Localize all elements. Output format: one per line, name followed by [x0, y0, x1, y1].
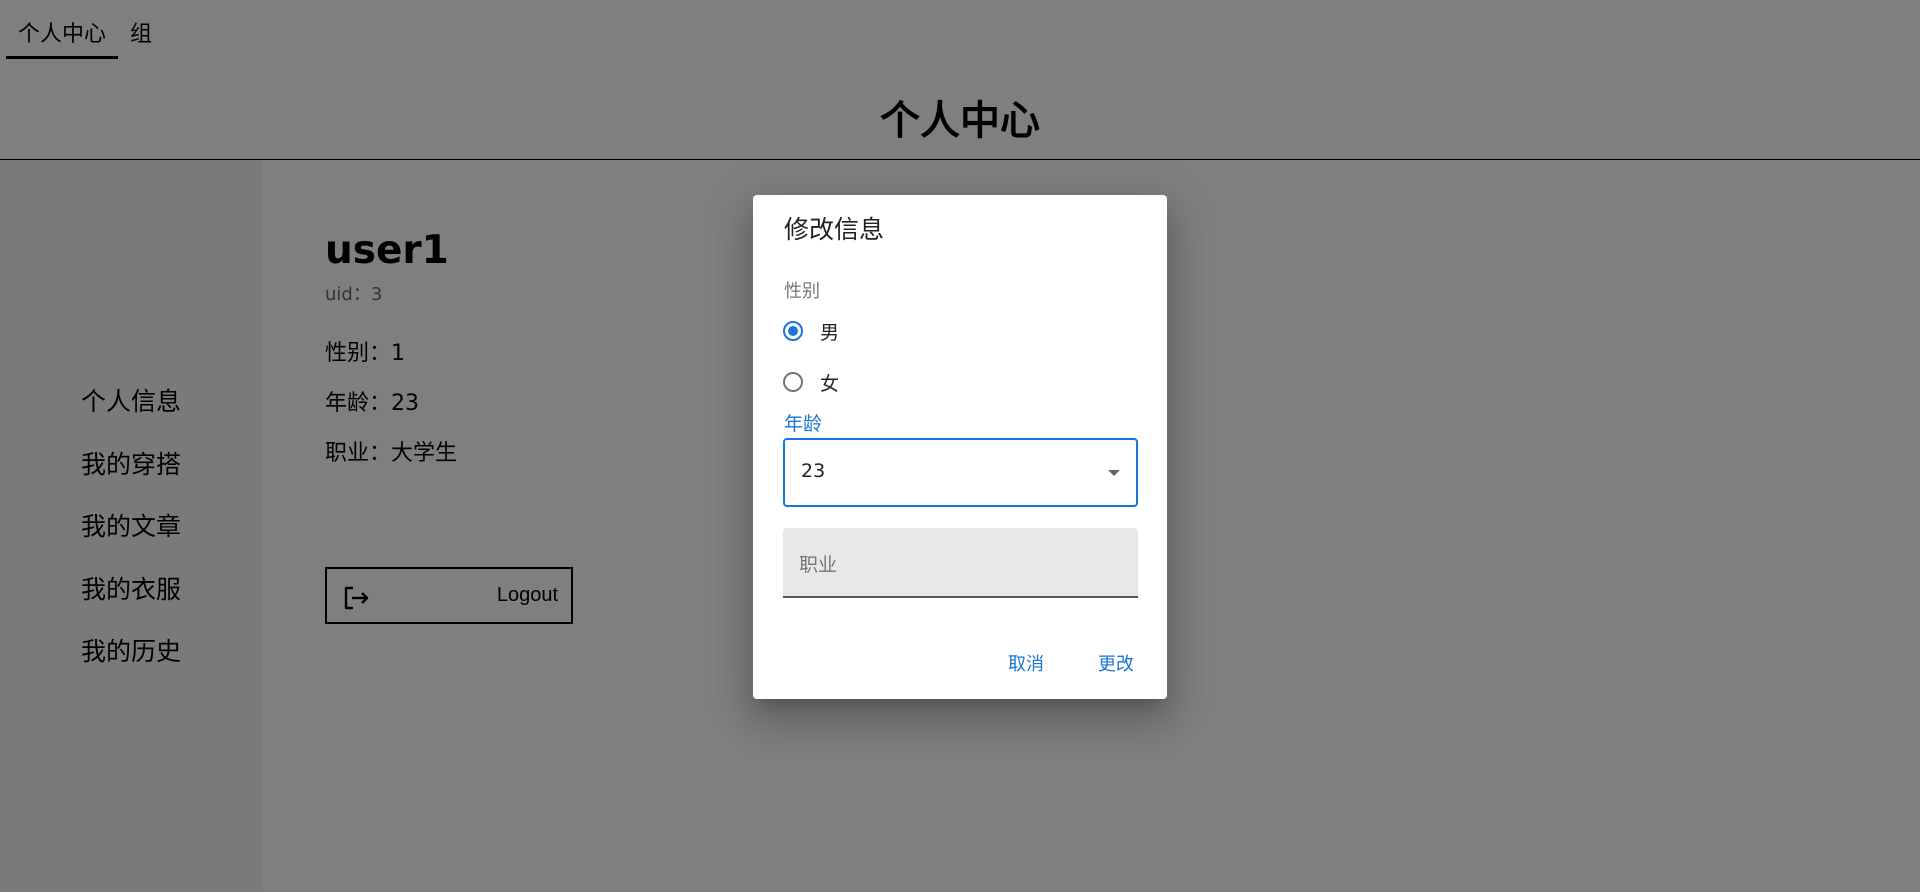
gender-field-label: 性别 — [784, 281, 820, 302]
chevron-down-icon — [1108, 470, 1120, 476]
cancel-button[interactable]: 取消 — [1008, 650, 1044, 676]
gender-radio-male[interactable]: 男 — [783, 316, 839, 346]
radio-label-male: 男 — [820, 321, 840, 344]
radio-checked-icon — [783, 321, 803, 341]
radio-label-female: 女 — [820, 372, 840, 395]
gender-radio-female[interactable]: 女 — [783, 367, 839, 397]
page: 个人中心 组 个人中心 个人信息 我的穿搭 我的文章 我的衣服 我的历史 use… — [0, 0, 1920, 893]
dialog-title: 修改信息 — [784, 215, 885, 244]
age-field-label: 年龄 — [784, 413, 823, 435]
age-select[interactable]: 23 — [783, 438, 1138, 507]
job-input[interactable]: 职业 — [783, 528, 1138, 598]
radio-unchecked-icon — [783, 372, 803, 392]
confirm-button[interactable]: 更改 — [1098, 650, 1134, 676]
job-input-placeholder: 职业 — [799, 554, 838, 576]
edit-info-dialog: 修改信息 性别 男 女 年龄 23 职业 取消 更改 — [753, 195, 1167, 699]
age-select-value: 23 — [801, 460, 826, 482]
